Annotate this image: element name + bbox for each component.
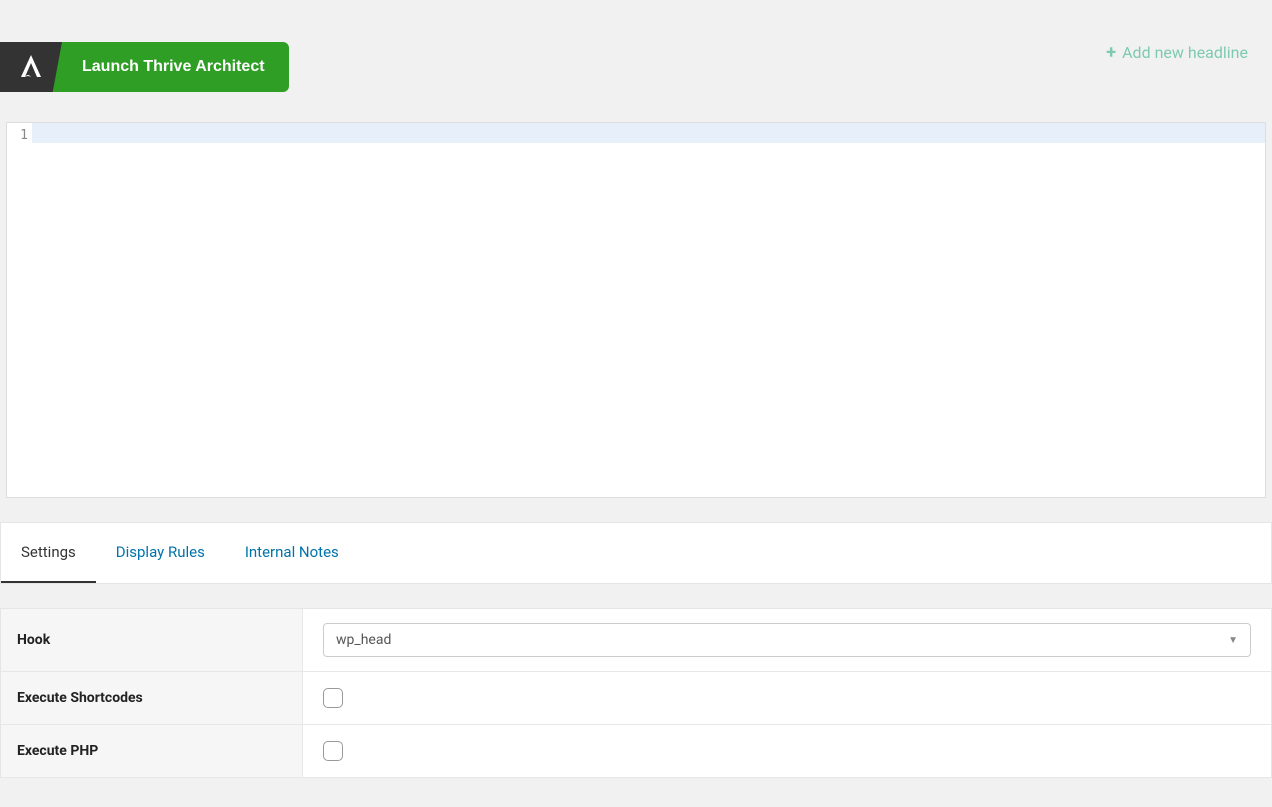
hook-select-value: wp_head	[336, 632, 391, 648]
setting-row-hook: Hook wp_head ▼	[1, 609, 1271, 672]
tabs-section: Settings Display Rules Internal Notes	[0, 522, 1272, 584]
editor-active-line	[32, 123, 1265, 143]
thrive-logo-box	[0, 42, 62, 92]
setting-row-execute-php: Execute PHP	[1, 725, 1271, 778]
add-headline-link[interactable]: + Add new headline	[1106, 42, 1248, 63]
setting-row-execute-shortcodes: Execute Shortcodes	[1, 672, 1271, 725]
tab-display-rules[interactable]: Display Rules	[96, 523, 225, 583]
editor-content[interactable]	[32, 123, 1265, 497]
hook-label: Hook	[1, 609, 303, 671]
launch-button-wrapper: Launch Thrive Architect	[0, 42, 1272, 92]
tab-internal-notes[interactable]: Internal Notes	[225, 523, 359, 583]
line-number: 1	[7, 128, 28, 143]
plus-icon: +	[1106, 42, 1116, 63]
chevron-down-icon: ▼	[1228, 635, 1238, 646]
thrive-architect-logo-icon	[15, 51, 47, 83]
add-headline-label: Add new headline	[1122, 43, 1248, 62]
hook-value-cell: wp_head ▼	[303, 609, 1271, 671]
editor-gutter: 1	[7, 123, 32, 497]
tab-settings[interactable]: Settings	[1, 523, 96, 583]
launch-thrive-architect-button[interactable]: Launch Thrive Architect	[52, 42, 289, 92]
execute-php-value-cell	[303, 725, 1271, 777]
code-editor[interactable]: 1	[6, 122, 1266, 498]
top-section: + Add new headline Launch Thrive Archite…	[0, 42, 1272, 498]
execute-shortcodes-checkbox[interactable]	[323, 688, 343, 708]
execute-php-checkbox[interactable]	[323, 741, 343, 761]
hook-select[interactable]: wp_head ▼	[323, 623, 1251, 657]
execute-shortcodes-value-cell	[303, 672, 1271, 724]
execute-shortcodes-label: Execute Shortcodes	[1, 672, 303, 724]
execute-php-label: Execute PHP	[1, 725, 303, 777]
settings-table: Hook wp_head ▼ Execute Shortcodes Execut…	[0, 608, 1272, 778]
